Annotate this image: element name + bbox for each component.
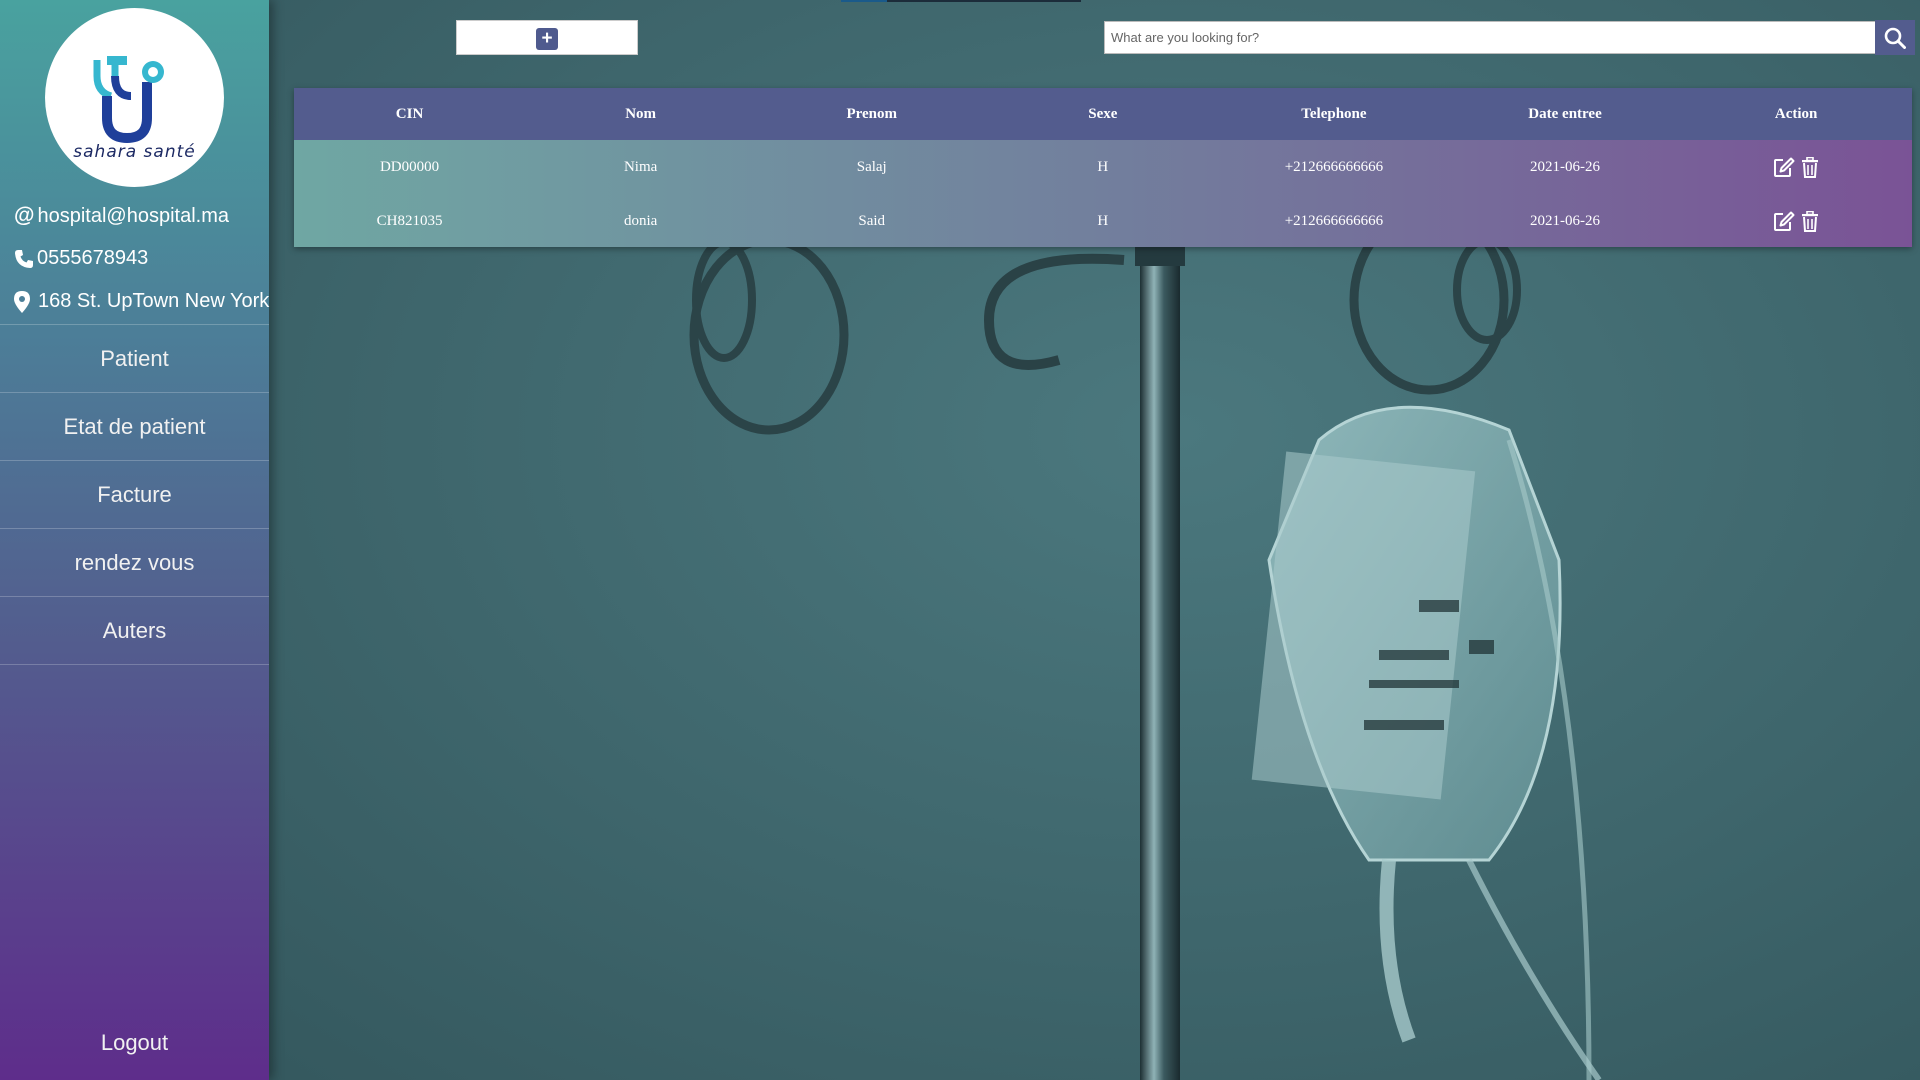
sidebar: sahara santé @ hospital@hospital.ma 0555… (0, 0, 269, 1080)
sidebar-item-etat-de-patient[interactable]: Etat de patient (0, 393, 269, 461)
contact-phone: 0555678943 (14, 247, 148, 270)
phone-text: 0555678943 (37, 247, 149, 269)
cell-nom: Nima (623, 159, 658, 175)
edit-icon[interactable] (1773, 157, 1795, 178)
table-header: CIN Nom Prenom Sexe Telephone Date entre… (294, 88, 1912, 140)
address-text: 168 St. UpTown New York (38, 290, 270, 312)
add-patient-button[interactable]: + (456, 20, 638, 55)
trash-icon[interactable] (1801, 210, 1819, 232)
sidebar-item-facture[interactable]: Facture (0, 461, 269, 529)
at-icon: @ (14, 204, 35, 227)
cell-sexe: H (1097, 159, 1109, 175)
cell-prenom: Salaj (856, 159, 887, 175)
column-header-action: Action (1774, 106, 1818, 122)
cell-prenom: Said (858, 213, 886, 229)
patients-table: CIN Nom Prenom Sexe Telephone Date entre… (294, 88, 1912, 247)
top-strip-dark (887, 0, 1081, 2)
plus-square-icon: + (536, 28, 558, 50)
cell-sexe: H (1097, 213, 1109, 229)
column-header-nom: Nom (625, 106, 657, 122)
cell-telephone: +212666666666 (1284, 159, 1384, 175)
cell-nom: donia (623, 213, 658, 229)
edit-icon[interactable] (1773, 211, 1795, 232)
column-header-telephone: Telephone (1301, 106, 1367, 122)
sidebar-item-rendez-vous[interactable]: rendez vous (0, 529, 269, 597)
sidebar-nav: Patient Etat de patient Facture rendez v… (0, 324, 269, 665)
search-icon (1884, 27, 1906, 49)
table-body: DD00000 Nima Salaj H +212666666666 2021-… (294, 140, 1912, 247)
logo-text: sahara santé (73, 142, 196, 162)
logout-button[interactable]: Logout (0, 1030, 269, 1056)
logo: sahara santé (45, 8, 224, 187)
cell-actions (1681, 194, 1912, 248)
phone-icon (14, 249, 34, 269)
column-header-date-entree: Date entree (1528, 106, 1602, 122)
stethoscope-logo-icon (93, 56, 164, 144)
location-pin-icon (14, 290, 30, 313)
cell-cin: DD00000 (379, 159, 440, 175)
cell-date-entree: 2021-06-26 (1530, 159, 1601, 175)
email-text: hospital@hospital.ma (37, 204, 229, 227)
cell-date-entree: 2021-06-26 (1530, 213, 1601, 229)
table-row: DD00000 Nima Salaj H +212666666666 2021-… (294, 140, 1912, 194)
table-row: CH821035 donia Said H +212666666666 2021… (294, 194, 1912, 248)
main-content: + CIN Nom Prenom Sexe Telephone Date ent… (269, 0, 1920, 1080)
contact-email: @ hospital@hospital.ma (14, 204, 229, 228)
search-input[interactable] (1104, 21, 1876, 54)
sidebar-item-patient[interactable]: Patient (0, 325, 269, 393)
column-header-prenom: Prenom (846, 106, 897, 122)
column-header-sexe: Sexe (1088, 106, 1118, 122)
cell-cin: CH821035 (376, 213, 443, 229)
column-header-cin: CIN (395, 106, 424, 122)
search-button[interactable] (1875, 20, 1915, 55)
top-strip-accent (841, 0, 887, 2)
sidebar-item-auters[interactable]: Auters (0, 597, 269, 665)
cell-actions (1681, 140, 1912, 194)
contact-address: 168 St. UpTown New York (14, 290, 269, 313)
cell-telephone: +212666666666 (1284, 213, 1384, 229)
trash-icon[interactable] (1801, 156, 1819, 178)
